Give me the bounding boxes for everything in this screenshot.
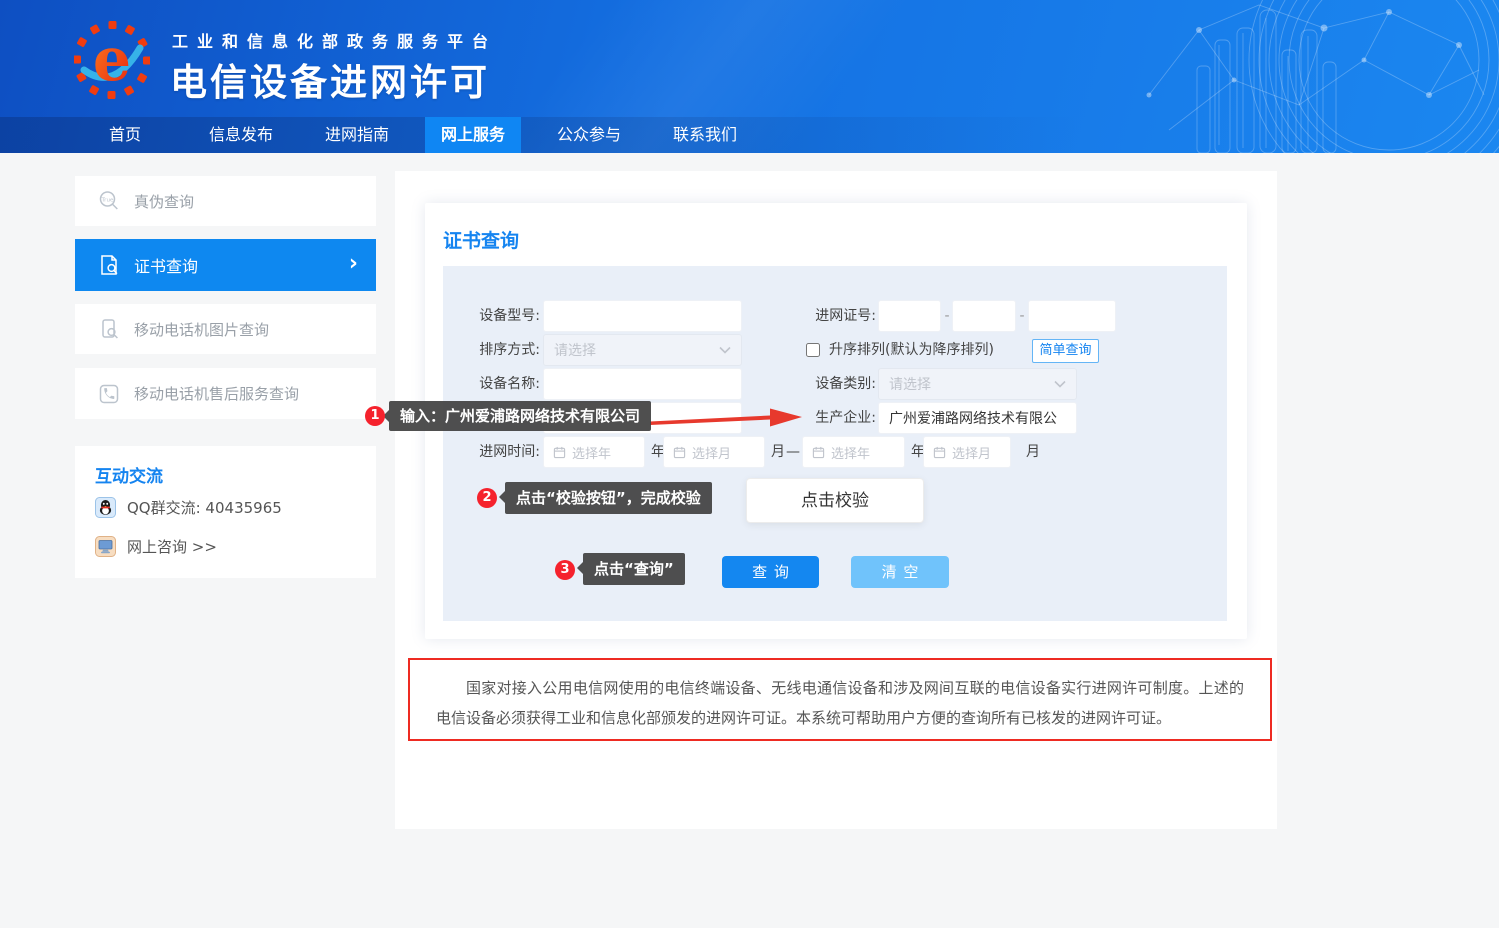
step-1-badge: 1 [365, 406, 385, 426]
phone-image-search-icon [97, 317, 121, 341]
step-3-tooltip: 点击“查询” [583, 553, 685, 585]
true-search-icon: True [97, 189, 121, 213]
license-no-input-2[interactable] [952, 300, 1016, 332]
device-type-placeholder: 请选择 [889, 374, 1054, 394]
license-no-label: 进网证号: [776, 300, 876, 332]
start-month-placeholder: 选择月 [692, 443, 731, 462]
miit-logo-icon: e [74, 18, 150, 102]
step-3-badge: 3 [555, 560, 575, 580]
device-name-label: 设备名称: [443, 368, 540, 400]
end-year-picker[interactable]: 选择年 [802, 436, 905, 468]
online-consult-link[interactable]: 网上咨询 >> [95, 536, 217, 557]
month-unit: 月 [771, 436, 785, 468]
nav-item-public[interactable]: 公众参与 [541, 117, 637, 153]
chevron-right-icon: › [349, 251, 358, 276]
sidebar-item-certificate-query[interactable]: 证书查询 › [75, 239, 376, 291]
step-2-badge: 2 [477, 488, 497, 508]
ascending-label: 升序排列(默认为降序排列) [829, 334, 994, 366]
nav-item-online-service[interactable]: 网上服务 [425, 117, 521, 153]
calendar-icon [812, 446, 825, 459]
svg-text:e: e [93, 25, 131, 95]
calendar-icon [553, 446, 566, 459]
nav-item-news[interactable]: 信息发布 [193, 117, 289, 153]
device-name-input[interactable] [543, 368, 742, 400]
nav-item-home[interactable]: 首页 [77, 117, 173, 153]
license-no-input-3[interactable] [1028, 300, 1116, 332]
sidebar-item-label: 移动电话机图片查询 [134, 319, 269, 340]
ascending-checkbox[interactable] [806, 343, 820, 357]
nav-item-guide[interactable]: 进网指南 [309, 117, 405, 153]
license-no-input-1[interactable] [878, 300, 941, 332]
site-title: 电信设备进网许可 [170, 52, 490, 106]
simple-query-button[interactable]: 简单查询 [1032, 339, 1099, 363]
manufacturer-input[interactable] [878, 402, 1077, 434]
qq-icon [95, 497, 116, 518]
end-month-picker[interactable]: 选择月 [923, 436, 1011, 468]
sidebar-item-label: 真伪查询 [134, 191, 194, 212]
start-month-picker[interactable]: 选择月 [663, 436, 765, 468]
notice-box: 国家对接入公用电信网使用的电信终端设备、无线电通信设备和涉及网间互联的电信设备实… [408, 658, 1272, 741]
chevron-down-icon [1054, 380, 1066, 388]
qq-group-link[interactable]: QQ群交流: 40435965 [95, 497, 282, 518]
interaction-title: 互动交流 [95, 462, 163, 487]
start-year-picker[interactable]: 选择年 [543, 436, 645, 468]
site-header: e 工业和信息化部政务服务平台 电信设备进网许可 首页 信息发布 进网指南 网上… [0, 0, 1499, 153]
sort-mode-placeholder: 请选择 [554, 340, 719, 360]
monitor-icon [95, 536, 116, 557]
sidebar-item-authenticity-query[interactable]: True 真伪查询 [75, 176, 376, 226]
certificate-search-icon [97, 253, 121, 277]
online-consult-label: 网上咨询 >> [127, 536, 217, 557]
end-year-placeholder: 选择年 [831, 443, 870, 462]
nav-item-contact[interactable]: 联系我们 [657, 117, 753, 153]
red-arrow-icon [650, 405, 805, 431]
device-model-label: 设备型号: [443, 300, 540, 332]
start-year-placeholder: 选择年 [572, 443, 611, 462]
device-model-input[interactable] [543, 300, 742, 332]
query-button[interactable]: 查询 [722, 556, 819, 588]
page: e 工业和信息化部政务服务平台 电信设备进网许可 首页 信息发布 进网指南 网上… [0, 0, 1499, 928]
device-type-select[interactable]: 请选择 [878, 368, 1077, 400]
device-type-label: 设备类别: [776, 368, 876, 400]
notice-text: 国家对接入公用电信网使用的电信终端设备、无线电通信设备和涉及网间互联的电信设备实… [436, 673, 1244, 733]
sidebar-item-label: 移动电话机售后服务查询 [134, 383, 299, 404]
sidebar-item-label: 证书查询 [134, 253, 198, 277]
clear-button[interactable]: 清空 [851, 556, 949, 588]
step-2-tooltip: 点击“校验按钮”，完成校验 [505, 482, 712, 514]
sidebar-item-phone-image-query[interactable]: 移动电话机图片查询 [75, 304, 376, 354]
license-no-separator: - [942, 300, 952, 332]
network-time-label: 进网时间: [443, 436, 540, 468]
interaction-card: 互动交流 QQ群交流: 40435965 网上咨询 >> [75, 446, 376, 578]
end-month-placeholder: 选择月 [952, 443, 991, 462]
svg-text:True: True [101, 197, 114, 203]
sidebar-item-phone-aftersales-query[interactable]: 移动电话机售后服务查询 [75, 368, 376, 419]
step-1-tooltip: 输入：广州爱浦路网络技术有限公司 [389, 401, 651, 431]
chevron-down-icon [719, 346, 731, 354]
license-no-separator: - [1017, 300, 1027, 332]
time-range-separator: — [786, 436, 800, 468]
platform-title: 工业和信息化部政务服务平台 [172, 28, 497, 52]
calendar-icon [933, 446, 946, 459]
captcha-verify-button[interactable]: 点击校验 [746, 478, 924, 523]
calendar-icon [673, 446, 686, 459]
phone-service-icon [97, 382, 121, 406]
month-unit: 月 [1026, 436, 1040, 468]
main-nav: 首页 信息发布 进网指南 网上服务 公众参与 联系我们 [0, 117, 1499, 153]
sort-mode-label: 排序方式: [443, 334, 540, 366]
qq-group-label: QQ群交流: 40435965 [127, 497, 282, 518]
sort-mode-select[interactable]: 请选择 [543, 334, 742, 366]
panel-title: 证书查询 [443, 226, 519, 253]
